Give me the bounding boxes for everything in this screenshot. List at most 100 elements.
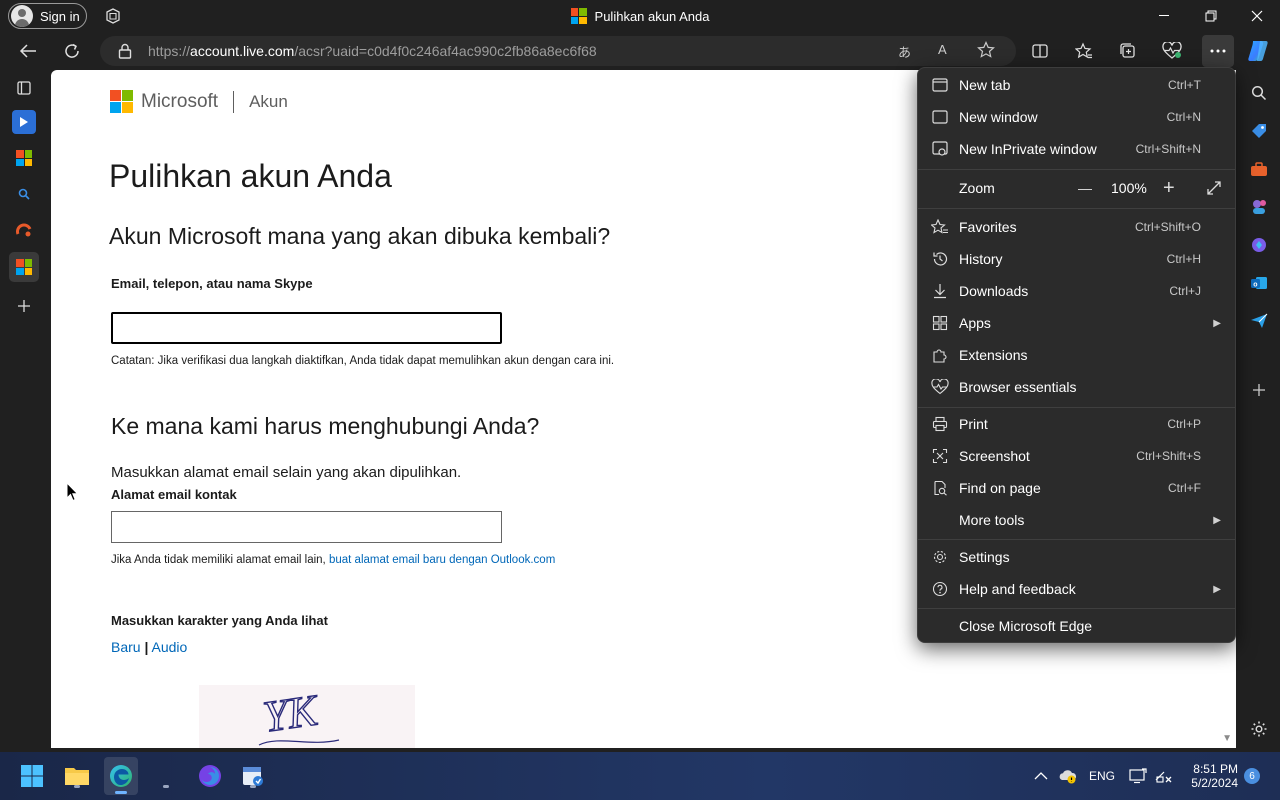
captcha-new-link[interactable]: Baru — [111, 639, 141, 655]
split-screen-icon[interactable] — [1028, 39, 1052, 63]
menu-item-new-tab[interactable]: New tab Ctrl+T — [918, 69, 1235, 101]
apps-chevron-right-icon: ▶ — [1213, 317, 1221, 329]
sidebar-shopping-icon[interactable] — [1248, 120, 1270, 142]
tab-app-icon[interactable] — [10, 216, 38, 244]
sidebar-outlook-icon[interactable]: o — [1248, 272, 1270, 294]
language-indicator[interactable]: ENG — [1089, 752, 1115, 800]
fullscreen-icon[interactable] — [1206, 180, 1222, 199]
settings-and-more-button[interactable] — [1202, 35, 1234, 67]
new-window-icon — [930, 107, 950, 127]
sidebar-send-icon[interactable] — [1248, 310, 1270, 332]
firefox-icon[interactable] — [196, 762, 224, 790]
menu-item-close-edge[interactable]: Close Microsoft Edge — [918, 610, 1235, 642]
menu-item-more-tools[interactable]: More tools ▶ — [918, 504, 1235, 536]
close-edge-label: Close Microsoft Edge — [959, 618, 1093, 634]
contact-email-input[interactable] — [111, 511, 502, 543]
read-aloud-icon[interactable]: A — [938, 42, 947, 57]
create-outlook-link[interactable]: buat alamat email baru dengan Outlook.co… — [329, 554, 555, 566]
new-tab-plus-icon[interactable] — [10, 292, 38, 320]
tab-media-player-icon[interactable] — [10, 108, 38, 136]
contact-note: Jika Anda tidak memiliki alamat email la… — [111, 554, 555, 566]
edge-sidebar: o — [1240, 70, 1280, 752]
url-text: https://account.live.com/acsr?uaid=c0d4f… — [148, 43, 597, 59]
apps-label: Apps — [959, 315, 991, 331]
notification-count-badge: 6 — [1244, 768, 1260, 784]
account-note: Catatan: Jika verifikasi dua langkah dia… — [111, 355, 615, 367]
browser-essentials-label: Browser essentials — [959, 379, 1077, 395]
notification-center-button[interactable]: 6 — [1244, 752, 1260, 800]
favorites-icon — [930, 217, 950, 237]
brand-subtitle: Akun — [249, 91, 288, 111]
menu-divider — [918, 169, 1235, 170]
edge-taskbar-icon[interactable] — [104, 757, 138, 795]
menu-item-find-on-page[interactable]: Find on page Ctrl+F — [918, 472, 1235, 504]
sidebar-search-icon[interactable] — [1248, 82, 1270, 104]
window-title-text: Pulihkan akun Anda — [594, 8, 710, 24]
contact-note-text: Jika Anda tidak memiliki alamat email la… — [111, 554, 326, 566]
svg-text:o: o — [1253, 282, 1257, 289]
sidebar-games-icon[interactable] — [1248, 196, 1270, 218]
taskbar-blank-app-icon[interactable] — [152, 762, 180, 790]
menu-item-favorites[interactable]: Favorites Ctrl+Shift+O — [918, 211, 1235, 243]
tray-onedrive-icon[interactable] — [1058, 752, 1078, 800]
find-on-page-shortcut: Ctrl+F — [1168, 481, 1201, 495]
menu-item-apps[interactable]: Apps ▶ — [918, 307, 1235, 339]
file-explorer-icon[interactable] — [63, 762, 91, 790]
address-bar[interactable]: https://account.live.com/acsr?uaid=c0d4f… — [100, 36, 1016, 66]
sidebar-copilot-app-icon[interactable] — [1248, 234, 1270, 256]
sidebar-tools-icon[interactable] — [1248, 158, 1270, 180]
calendar-app-icon[interactable] — [239, 762, 267, 790]
tab-actions-icon[interactable] — [10, 74, 38, 102]
captcha-audio-link[interactable]: Audio — [152, 639, 188, 655]
menu-item-help-feedback[interactable]: Help and feedback ▶ — [918, 573, 1235, 605]
captcha-characters: YK — [260, 685, 323, 741]
menu-item-history[interactable]: History Ctrl+H — [918, 243, 1235, 275]
favorites-bar-icon[interactable] — [1072, 39, 1096, 63]
account-input[interactable] — [111, 312, 502, 344]
close-window-button[interactable] — [1234, 0, 1280, 32]
favorites-shortcut: Ctrl+Shift+O — [1134, 220, 1201, 234]
menu-item-downloads[interactable]: Downloads Ctrl+J — [918, 275, 1235, 307]
sidebar-settings-gear-icon[interactable] — [1248, 718, 1270, 740]
menu-item-browser-essentials[interactable]: Browser essentials — [918, 371, 1235, 403]
menu-item-new-inprivate[interactable]: New InPrivate window Ctrl+Shift+N — [918, 133, 1235, 165]
tab-active-recover-account[interactable] — [9, 252, 39, 282]
more-tools-chevron-right-icon: ▶ — [1213, 514, 1221, 526]
zoom-in-button[interactable]: + — [1163, 177, 1175, 200]
favorite-star-icon[interactable] — [977, 41, 995, 62]
lock-icon[interactable] — [118, 43, 132, 62]
menu-item-print[interactable]: Print Ctrl+P — [918, 408, 1235, 440]
captcha-separator: | — [144, 639, 149, 655]
start-windows-icon[interactable] — [18, 762, 46, 790]
copilot-icon[interactable] — [1246, 39, 1270, 63]
zoom-level: 100% — [1111, 180, 1147, 196]
tray-network-icon[interactable] — [1155, 752, 1173, 800]
tray-display-icon[interactable] — [1129, 752, 1147, 800]
history-label: History — [959, 251, 1003, 267]
refresh-button[interactable] — [60, 39, 84, 63]
new-tab-label: New tab — [959, 77, 1011, 93]
minimize-button[interactable] — [1142, 0, 1188, 32]
find-on-page-icon — [930, 478, 950, 498]
menu-item-new-window[interactable]: New window Ctrl+N — [918, 101, 1235, 133]
tab-microsoft-icon[interactable] — [10, 144, 38, 172]
browser-essentials-icon[interactable] — [1160, 39, 1184, 63]
clock[interactable]: 8:51 PM 5/2/2024 — [1186, 752, 1238, 800]
tab-search-icon[interactable] — [10, 180, 38, 208]
menu-item-settings[interactable]: Settings — [918, 541, 1235, 573]
collections-icon[interactable] — [1116, 39, 1140, 63]
menu-item-extensions[interactable]: Extensions — [918, 339, 1235, 371]
back-button[interactable] — [16, 39, 40, 63]
restore-button[interactable] — [1188, 0, 1234, 32]
contact-instruction: Masukkan alamat email selain yang akan d… — [111, 464, 462, 481]
captcha-options: Baru | Audio — [111, 639, 187, 655]
translate-icon[interactable]: あ — [898, 42, 911, 61]
account-question-heading: Akun Microsoft mana yang akan dibuka kem… — [109, 223, 611, 249]
menu-item-screenshot[interactable]: Screenshot Ctrl+Shift+S — [918, 440, 1235, 472]
menu-divider — [918, 208, 1235, 209]
new-tab-icon — [930, 75, 950, 95]
zoom-out-button[interactable]: — — [1078, 180, 1092, 196]
scroll-down-arrow-icon[interactable]: ▼ — [1222, 733, 1232, 744]
tray-chevron-up-icon[interactable] — [1034, 752, 1048, 800]
sidebar-add-icon[interactable] — [1248, 379, 1270, 401]
